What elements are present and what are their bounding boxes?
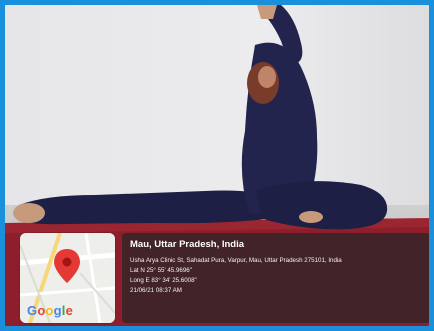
front-leg — [255, 181, 388, 230]
photo-frame: Google Mau, Uttar Pradesh, India Usha Ar… — [0, 0, 434, 331]
front-foot — [299, 211, 323, 223]
location-title: Mau, Uttar Pradesh, India — [130, 239, 245, 250]
back-foot — [13, 203, 45, 223]
google-logo: Google — [27, 303, 74, 318]
wall — [5, 5, 429, 210]
latitude-text: Lat N 25° 55' 45.9696" — [130, 267, 192, 274]
datetime-text: 21/06/21 08:37 AM — [130, 287, 182, 294]
address-text: Usha Arya Clinic St, Sahadat Pura, Varpu… — [130, 257, 342, 264]
longitude-text: Long E 83° 34' 25.6008" — [130, 277, 197, 284]
geotag-info-panel: Mau, Uttar Pradesh, India Usha Arya Clin… — [122, 233, 429, 323]
location-map-thumbnail: Google — [20, 233, 115, 323]
